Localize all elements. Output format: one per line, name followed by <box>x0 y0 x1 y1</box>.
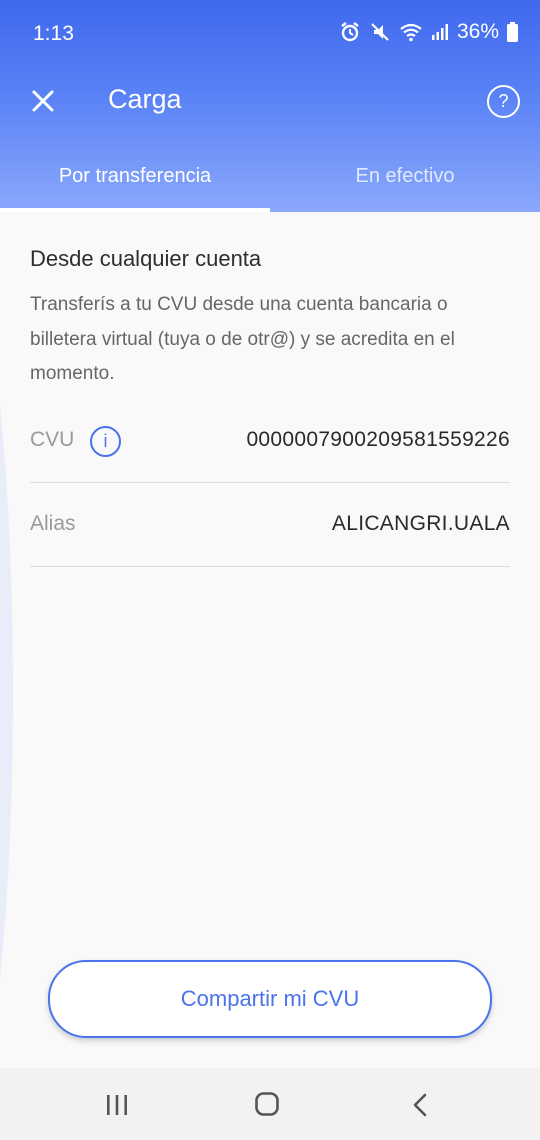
alarm-icon <box>341 22 359 42</box>
app-header-area: 1:13 36% Carga ? Por transferencia En ef… <box>0 0 540 212</box>
alias-row: Alias ALICANGRI.UALA <box>30 484 510 567</box>
home-icon[interactable] <box>255 1092 279 1116</box>
battery-icon <box>507 22 518 42</box>
mute-icon <box>371 23 389 41</box>
close-icon <box>32 90 54 112</box>
status-bar: 1:13 36% <box>0 0 540 62</box>
recents-icon[interactable] <box>104 1094 130 1116</box>
close-button[interactable] <box>26 84 60 118</box>
background-curve <box>0 212 13 1068</box>
tab-label: En efectivo <box>355 165 455 187</box>
cvu-value: 0000007900209581559226 <box>246 428 510 451</box>
signal-icon <box>431 24 448 40</box>
help-icon: ? <box>498 91 509 111</box>
tab-en-efectivo[interactable]: En efectivo <box>270 162 540 212</box>
system-nav-bar <box>0 1068 540 1140</box>
transfer-content: Desde cualquier cuenta Transferís a tu C… <box>0 212 540 1068</box>
alias-label: Alias <box>30 512 76 535</box>
cvu-label: CVU <box>30 428 75 451</box>
help-button[interactable]: ? <box>487 85 520 118</box>
battery-percentage: 36% <box>456 20 499 43</box>
tab-label: Por transferencia <box>58 165 212 187</box>
status-time: 1:13 <box>33 22 74 45</box>
tab-por-transferencia[interactable]: Por transferencia <box>0 162 270 212</box>
cvu-row: CVU i 0000007900209581559226 <box>30 400 510 483</box>
page-title: Carga <box>108 84 182 114</box>
status-icons: 36% <box>339 20 518 44</box>
section-description: Transferís a tu CVU desde una cuenta ban… <box>30 294 455 384</box>
share-cvu-button[interactable]: Compartir mi CVU <box>48 960 492 1038</box>
info-icon[interactable]: i <box>90 426 121 457</box>
alias-value: ALICANGRI.UALA <box>331 512 510 535</box>
back-icon[interactable] <box>411 1093 429 1117</box>
wifi-icon <box>400 23 422 42</box>
section-title: Desde cualquier cuenta <box>30 246 262 271</box>
